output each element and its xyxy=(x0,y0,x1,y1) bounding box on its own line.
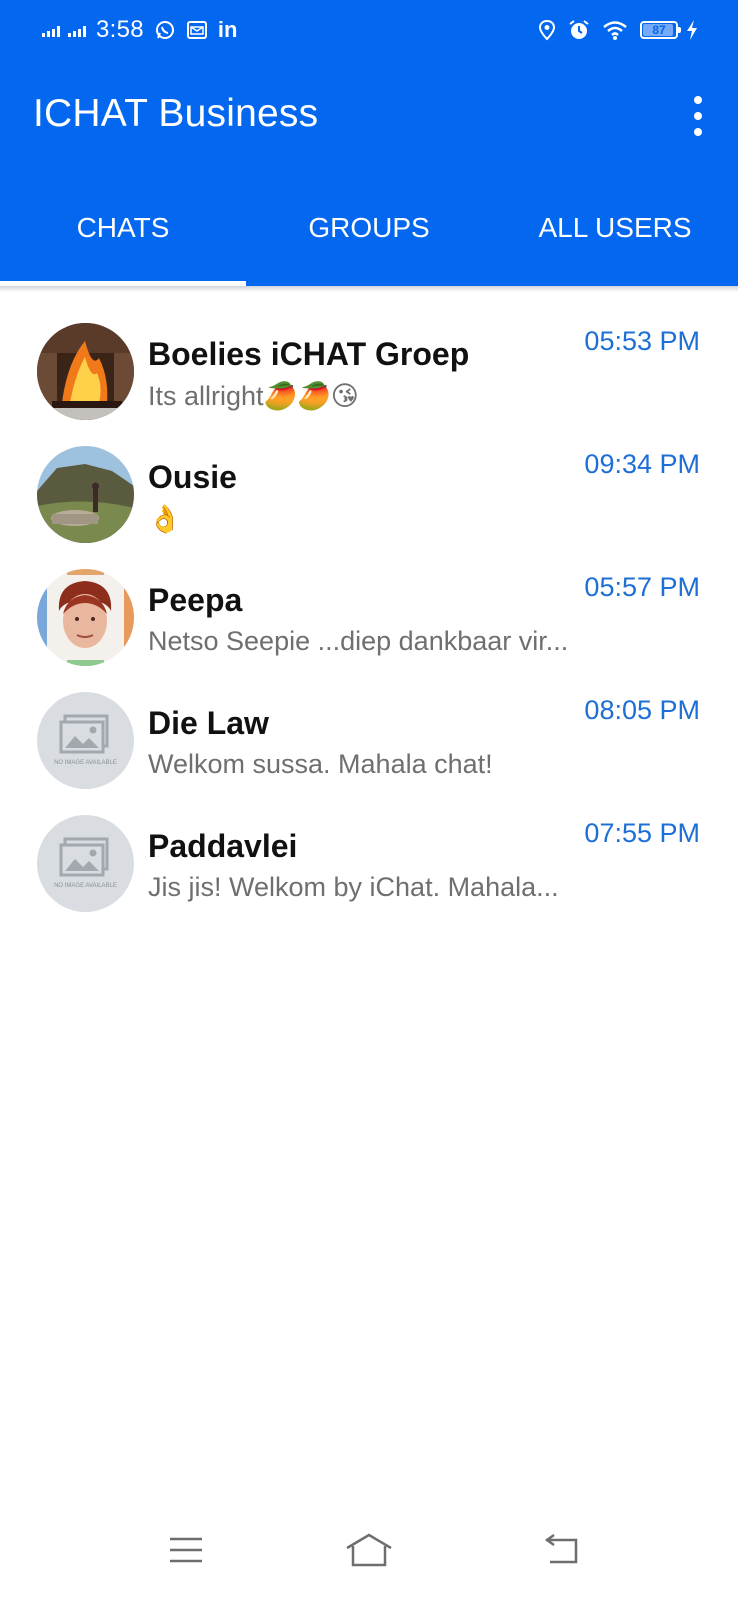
avatar xyxy=(37,446,134,543)
no-image-text: NO IMAGE AVAILABLE xyxy=(54,760,117,766)
tab-groups[interactable]: GROUPS xyxy=(246,190,492,286)
chat-time: 05:57 PM xyxy=(584,572,700,602)
chat-time: 05:53 PM xyxy=(584,326,700,356)
no-image-text: NO IMAGE AVAILABLE xyxy=(54,883,117,889)
chat-name: Peepa xyxy=(148,582,243,618)
chat-row[interactable]: NO IMAGE AVAILABLE Paddavlei 07:55 PM Ji… xyxy=(0,792,738,915)
chat-name: Boelies iCHAT Groep xyxy=(148,336,470,372)
chat-row[interactable]: NO IMAGE AVAILABLE Die Law 08:05 PM Welk… xyxy=(0,669,738,792)
tab-bar: CHATS GROUPS ALL USERS xyxy=(0,190,738,286)
whatsapp-icon xyxy=(154,19,176,41)
status-right: 87 xyxy=(538,14,698,46)
location-icon xyxy=(538,19,556,41)
chat-name: Ousie xyxy=(148,459,237,495)
app-title: ICHAT Business xyxy=(33,92,319,135)
battery-icon: 87 xyxy=(640,21,681,39)
alarm-icon xyxy=(568,19,590,41)
tab-chats[interactable]: CHATS xyxy=(0,190,246,286)
email-icon xyxy=(186,19,208,41)
battery-level: 87 xyxy=(652,23,666,37)
chat-preview: Jis jis! Welkom by iChat. Mahala... xyxy=(148,872,559,902)
avatar xyxy=(37,569,134,666)
status-left: 3:58 in xyxy=(42,14,237,46)
system-nav-bar xyxy=(0,1510,738,1600)
charging-icon xyxy=(686,19,698,41)
status-bar: 3:58 in 87 xyxy=(0,0,738,60)
app-bar: 3:58 in 87 ICHAT Business CHATS GROUPS A… xyxy=(0,0,738,286)
linkedin-icon: in xyxy=(217,17,238,42)
tab-all-users[interactable]: ALL USERS xyxy=(492,190,738,286)
chat-name: Paddavlei xyxy=(148,828,298,864)
chat-name: Die Law xyxy=(148,705,269,741)
chat-row[interactable]: Ousie 09:34 PM 👌 xyxy=(0,423,738,546)
chat-time: 09:34 PM xyxy=(584,449,700,479)
home-icon[interactable] xyxy=(329,1510,409,1590)
signal-icon xyxy=(42,23,60,37)
chat-preview: 👌 xyxy=(148,504,182,534)
no-image-avatar: NO IMAGE AVAILABLE xyxy=(37,815,134,912)
chat-preview: Netso Seepie ...diep dankbaar vir... xyxy=(148,626,569,656)
back-icon[interactable] xyxy=(522,1510,602,1590)
menu-icon[interactable] xyxy=(146,1510,226,1590)
status-time: 3:58 xyxy=(96,16,144,43)
avatar xyxy=(37,323,134,420)
signal-icon xyxy=(68,23,86,37)
chat-row[interactable]: Peepa 05:57 PM Netso Seepie ...diep dank… xyxy=(0,546,738,669)
no-image-avatar: NO IMAGE AVAILABLE xyxy=(37,692,134,789)
chat-row[interactable]: Boelies iCHAT Groep 05:53 PM Its allrigh… xyxy=(0,300,738,423)
chat-list: Boelies iCHAT Groep 05:53 PM Its allrigh… xyxy=(0,300,738,915)
more-vert-icon[interactable] xyxy=(688,96,708,136)
chat-preview: Welkom sussa. Mahala chat! xyxy=(148,749,493,779)
chat-time: 07:55 PM xyxy=(584,818,700,848)
chat-time: 08:05 PM xyxy=(584,695,700,725)
wifi-icon xyxy=(602,19,628,41)
chat-preview: Its allright🥭🥭😘 xyxy=(148,381,359,411)
appbar-shadow xyxy=(0,286,738,292)
